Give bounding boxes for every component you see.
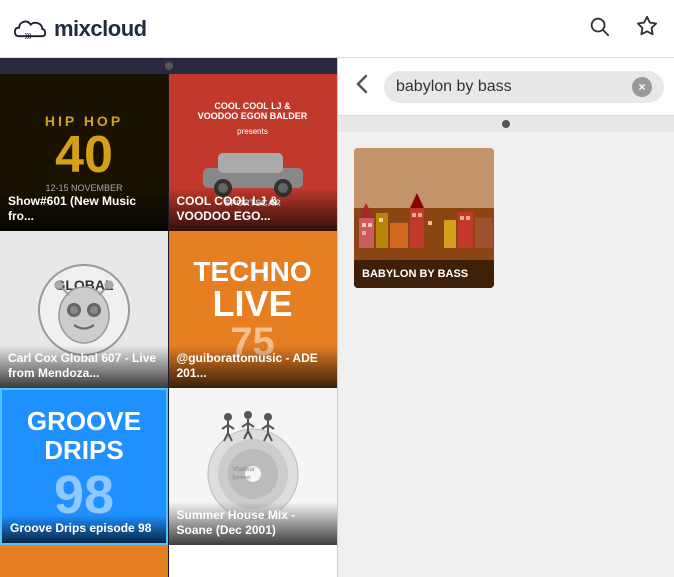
- left-panel: HIP HOP 40 12-15 NOVEMBER Show#601 (New …: [0, 58, 337, 577]
- list-item[interactable]: GLOBAL Carl Cox Gl: [0, 231, 168, 388]
- list-item[interactable]: HIP HOP 40 12-15 NOVEMBER Show#601 (New …: [0, 74, 168, 231]
- card-overlay: Groove Drips episode 98: [2, 515, 166, 543]
- search-header: ×: [338, 58, 674, 116]
- svg-text:Vladívar: Vladívar: [233, 467, 255, 473]
- header-icons: [584, 11, 662, 47]
- header: ))) mixcloud: [0, 0, 674, 58]
- favorite-button[interactable]: [632, 11, 662, 47]
- card-overlay: COOL COOL LJ & VOODOO EGO...: [169, 188, 337, 231]
- logo-area: ))) mixcloud: [12, 11, 584, 47]
- search-button[interactable]: [584, 11, 614, 47]
- main-content: HIP HOP 40 12-15 NOVEMBER Show#601 (New …: [0, 58, 674, 577]
- card-title: Carl Cox Global 607 - Live from Mendoza.…: [8, 351, 160, 382]
- right-panel: ×: [338, 58, 674, 577]
- card-title: @guiborattomusic - ADE 201...: [177, 351, 329, 382]
- result-title: BABYLON BY BASS: [354, 260, 494, 288]
- logo-text: mixcloud: [54, 16, 147, 42]
- card-grid: HIP HOP 40 12-15 NOVEMBER Show#601 (New …: [0, 74, 337, 577]
- list-item: [169, 545, 337, 577]
- card-title: COOL COOL LJ & VOODOO EGO...: [177, 194, 329, 225]
- card-title: Groove Drips episode 98: [10, 521, 158, 537]
- right-scroll-dot: [502, 120, 510, 128]
- search-input-wrapper: ×: [384, 71, 664, 103]
- svg-text:))): ))): [25, 32, 31, 39]
- card-title: Summer House Mix - Soane (Dec 2001): [177, 508, 329, 539]
- search-input[interactable]: [396, 78, 624, 96]
- list-item[interactable]: BABYLON BY BASS: [354, 148, 494, 288]
- card-overlay: Carl Cox Global 607 - Live from Mendoza.…: [0, 345, 168, 388]
- list-item[interactable]: GROOVEDRIPS 98 Groove Drips episode 98: [0, 388, 168, 545]
- svg-text:Summer: Summer: [232, 475, 251, 481]
- logo-icon: ))): [12, 11, 48, 47]
- list-item[interactable]: COOL COOL LJ &VOODOO EGON BALDER present…: [169, 74, 337, 231]
- right-scroll-indicator: [338, 116, 674, 132]
- list-item[interactable]: [0, 545, 168, 577]
- card-overlay: Summer House Mix - Soane (Dec 2001): [169, 502, 337, 545]
- card-overlay: @guiborattomusic - ADE 201...: [169, 345, 337, 388]
- left-scroll-indicator: [0, 58, 337, 74]
- search-results: BABYLON BY BASS: [338, 132, 674, 577]
- card-overlay: Show#601 (New Music fro...: [0, 188, 168, 231]
- list-item[interactable]: TECHNO LIVE 75 @guiborattomusic - ADE 20…: [169, 231, 337, 388]
- card-title: Show#601 (New Music fro...: [8, 194, 160, 225]
- back-button[interactable]: [348, 68, 376, 106]
- list-item[interactable]: Vladívar Summer Summer House Mix - Soane…: [169, 388, 337, 545]
- clear-search-button[interactable]: ×: [632, 77, 652, 97]
- scroll-dot: [165, 62, 173, 70]
